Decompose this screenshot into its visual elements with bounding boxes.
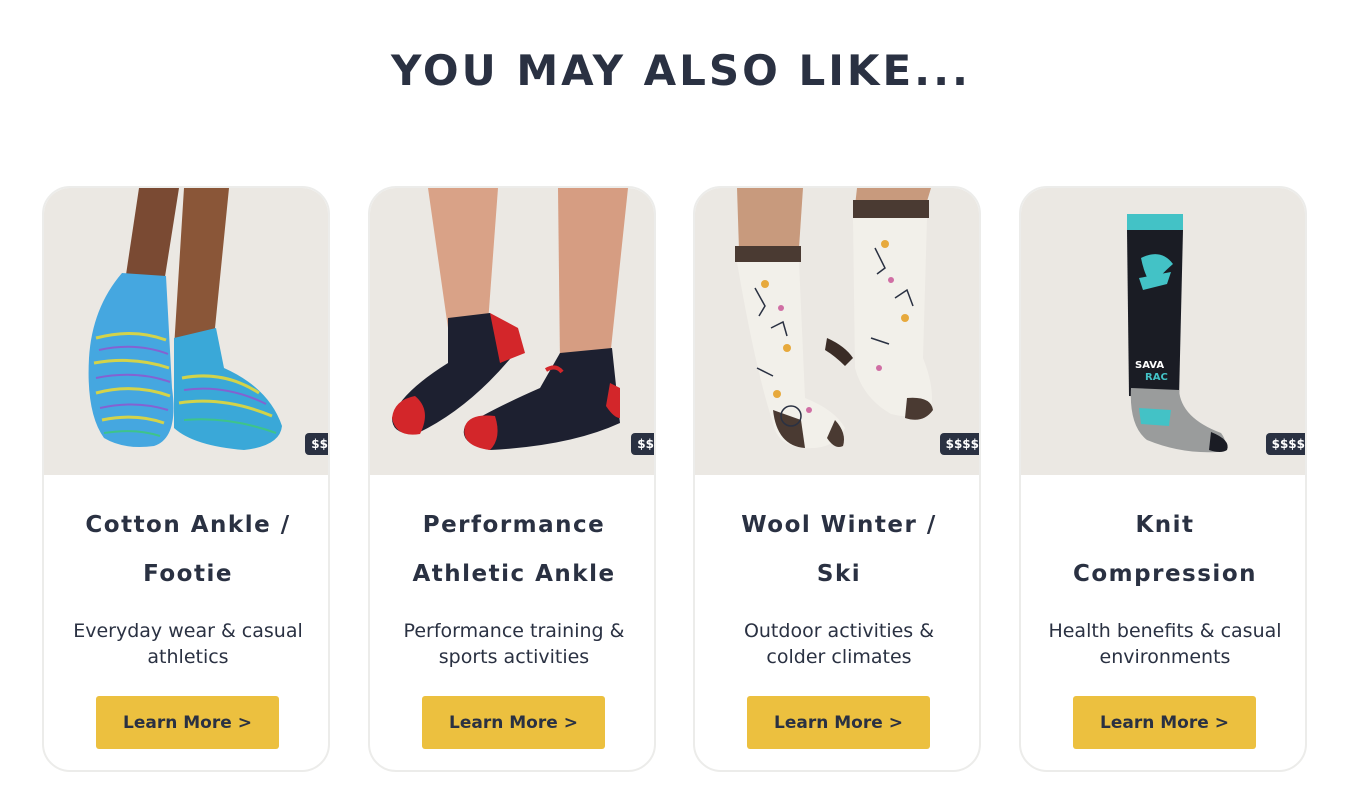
product-description: Everyday wear & casual athletics: [73, 620, 303, 668]
product-card-cotton-ankle[interactable]: $$ Cotton Ankle / Footie Everyday wear &…: [42, 186, 330, 772]
product-description: Performance training & sports activities: [403, 620, 625, 668]
product-card-knit-compression[interactable]: SAVA RAC $$$$ Knit Compression Health be…: [1019, 186, 1307, 772]
product-card-wool-winter-ski[interactable]: $$$$ Wool Winter / Ski Outdoor activitie…: [693, 186, 981, 772]
product-card-list: $$ Cotton Ankle / Footie Everyday wear &…: [42, 186, 1310, 776]
section-title: YOU MAY ALSO LIKE...: [391, 46, 971, 95]
product-title[interactable]: Cotton Ankle / Footie: [64, 501, 312, 599]
price-tier-badge: $$$$: [1265, 433, 1305, 455]
patterned-wool-crew-socks-icon: [735, 188, 933, 449]
learn-more-button[interactable]: Learn More >: [747, 696, 930, 749]
product-image[interactable]: $$$$: [695, 188, 979, 475]
product-image[interactable]: $$: [370, 188, 654, 475]
price-tier-badge: $$: [305, 433, 328, 455]
product-title[interactable]: Knit Compression: [1041, 501, 1289, 599]
product-card-performance-athletic-ankle[interactable]: $$ Performance Athletic Ankle Performanc…: [368, 186, 656, 772]
product-image[interactable]: SAVA RAC $$$$: [1021, 188, 1305, 475]
product-title[interactable]: Performance Athletic Ankle: [390, 501, 638, 599]
price-tier-badge: $$$$: [939, 433, 979, 455]
black-teal-compression-sock-icon: SAVA RAC: [1127, 214, 1228, 453]
learn-more-button[interactable]: Learn More >: [1073, 696, 1256, 749]
learn-more-button[interactable]: Learn More >: [422, 696, 605, 749]
product-recommendations-page: YOU MAY ALSO LIKE... $$ Cotton Ankle / F…: [0, 0, 1362, 800]
learn-more-button[interactable]: Learn More >: [96, 696, 279, 749]
svg-text:RAC: RAC: [1145, 372, 1168, 383]
blue-striped-ankle-socks-icon: [88, 188, 282, 450]
black-red-athletic-socks-icon: [392, 188, 628, 450]
product-description: Health benefits & casual environments: [1048, 620, 1282, 668]
svg-text:SAVA: SAVA: [1135, 360, 1164, 371]
product-title[interactable]: Wool Winter / Ski: [715, 501, 963, 599]
product-image[interactable]: $$: [44, 188, 328, 475]
product-description: Outdoor activities & colder climates: [743, 620, 935, 668]
price-tier-badge: $$: [631, 433, 654, 455]
